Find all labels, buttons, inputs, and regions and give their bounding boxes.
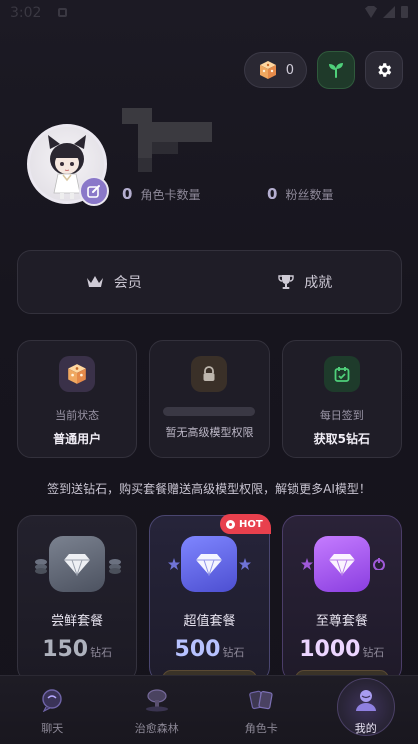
chat-icon bbox=[38, 686, 66, 714]
achievement-button[interactable]: 成就 bbox=[210, 251, 402, 313]
nav-item-chat[interactable]: 聊天 bbox=[0, 676, 105, 744]
wifi-icon bbox=[365, 6, 377, 18]
lock-icon bbox=[191, 356, 228, 392]
coins-icon bbox=[109, 559, 122, 574]
package-price: 500 钻石 bbox=[175, 637, 245, 662]
diamond-icon bbox=[313, 536, 370, 592]
cards-icon bbox=[247, 686, 275, 714]
calendar-check-icon bbox=[323, 356, 360, 392]
signal-icon bbox=[383, 6, 395, 18]
nav-label: 我的 bbox=[354, 722, 377, 735]
promo-text: 签到送钻石，购买套餐赠送高级模型权限，解锁更多AI模型！ bbox=[47, 482, 371, 496]
package-premium[interactable]: 至尊套餐 1000 钻石 bbox=[281, 515, 402, 688]
package-amount: 500 bbox=[174, 637, 221, 662]
crown-icon bbox=[86, 276, 103, 287]
status-indicators bbox=[365, 6, 408, 18]
avatar-container[interactable] bbox=[27, 124, 109, 206]
diamond-icon bbox=[49, 536, 106, 592]
feature-sub: 每日签到 bbox=[319, 409, 364, 422]
achievement-label: 成就 bbox=[304, 275, 333, 291]
flame-icon bbox=[225, 519, 235, 529]
daily-checkin-card[interactable]: 每日签到 获取5钻石 bbox=[281, 340, 402, 458]
nav-item-profile[interactable]: 我的 bbox=[314, 676, 418, 744]
nav-label: 治愈森林 bbox=[134, 722, 179, 735]
stat-label: 粉丝数量 bbox=[285, 188, 334, 202]
coins-icon bbox=[35, 559, 47, 574]
profile-stats: 0 角色卡数量 0 粉丝数量 bbox=[122, 185, 382, 203]
username-pixelated bbox=[122, 108, 214, 188]
hot-label: HOT bbox=[238, 518, 263, 530]
diamond-icon bbox=[181, 536, 238, 592]
gear-icon bbox=[378, 63, 392, 77]
status-time: 3:02 bbox=[10, 5, 42, 21]
notification-icon bbox=[58, 8, 67, 17]
package-name: 超值套餐 bbox=[183, 614, 236, 629]
package-price: 1000 钻石 bbox=[299, 637, 384, 662]
hot-badge: HOT bbox=[219, 514, 271, 534]
star-icon bbox=[300, 558, 313, 570]
forest-icon bbox=[143, 686, 171, 714]
profile-icon bbox=[352, 686, 380, 714]
top-actions: 0 bbox=[243, 51, 403, 89]
battery-icon bbox=[401, 6, 408, 18]
model-permission-card[interactable]: 暂无高级模型权限 bbox=[149, 340, 270, 458]
package-value[interactable]: HOT 超值套餐 500 钻石 bbox=[149, 514, 271, 688]
settings-button[interactable] bbox=[365, 51, 403, 89]
stat-label: 角色卡数量 bbox=[140, 188, 201, 202]
forest-button[interactable] bbox=[317, 51, 355, 89]
coin-count: 0 bbox=[285, 62, 294, 78]
package-amount: 1000 bbox=[299, 637, 361, 662]
package-unit: 钻石 bbox=[222, 646, 245, 659]
package-name: 尝鲜套餐 bbox=[51, 614, 104, 629]
package-unit: 钻石 bbox=[362, 646, 385, 659]
current-status-card[interactable]: 当前状态 普通用户 bbox=[17, 340, 138, 458]
package-name: 至尊套餐 bbox=[315, 614, 368, 629]
feature-main: 获取5钻石 bbox=[313, 432, 370, 446]
package-amount: 150 bbox=[42, 637, 89, 662]
nav-item-forest[interactable]: 治愈森林 bbox=[105, 676, 210, 744]
nav-item-cards[interactable]: 角色卡 bbox=[209, 676, 314, 744]
membership-card: 会员 成就 bbox=[17, 250, 402, 314]
nav-label: 聊天 bbox=[41, 722, 64, 735]
vip-label: 会员 bbox=[113, 275, 142, 291]
nav-label: 角色卡 bbox=[244, 722, 278, 735]
status-bar: 3:02 bbox=[0, 0, 418, 26]
vip-button[interactable]: 会员 bbox=[18, 251, 210, 313]
bottom-nav: 聊天 治愈森林 角色卡 我的 bbox=[0, 675, 418, 744]
package-trial[interactable]: 尝鲜套餐 150 钻石 bbox=[17, 515, 138, 683]
package-list: 尝鲜套餐 150 钻石 HOT 超值套餐 500 钻石 至尊套餐 1000 钻石 bbox=[17, 514, 402, 688]
feature-sub: 暂无高级模型权限 bbox=[165, 426, 254, 439]
stat-value: 0 bbox=[267, 185, 278, 203]
stat-value: 0 bbox=[122, 185, 133, 203]
star-icon bbox=[168, 558, 181, 570]
feature-main: 普通用户 bbox=[53, 432, 102, 446]
stat-followers[interactable]: 0 粉丝数量 bbox=[267, 185, 382, 203]
stat-character-cards[interactable]: 0 角色卡数量 bbox=[122, 185, 267, 203]
cube-icon bbox=[258, 60, 278, 80]
package-unit: 钻石 bbox=[90, 646, 113, 659]
package-price: 150 钻石 bbox=[42, 637, 112, 662]
feature-cards: 当前状态 普通用户 暂无高级模型权限 每日签到 获取5钻石 bbox=[17, 340, 402, 458]
cube-icon bbox=[59, 356, 96, 392]
coin-balance-button[interactable]: 0 bbox=[243, 52, 307, 88]
sprout-icon bbox=[329, 63, 343, 78]
trophy-icon bbox=[278, 275, 294, 289]
star-icon bbox=[238, 558, 251, 570]
edit-avatar-button[interactable] bbox=[79, 176, 109, 206]
feature-sub: 当前状态 bbox=[55, 409, 100, 422]
flame-icon bbox=[372, 558, 385, 570]
permission-progress-bar bbox=[163, 407, 256, 416]
edit-icon bbox=[87, 185, 100, 198]
